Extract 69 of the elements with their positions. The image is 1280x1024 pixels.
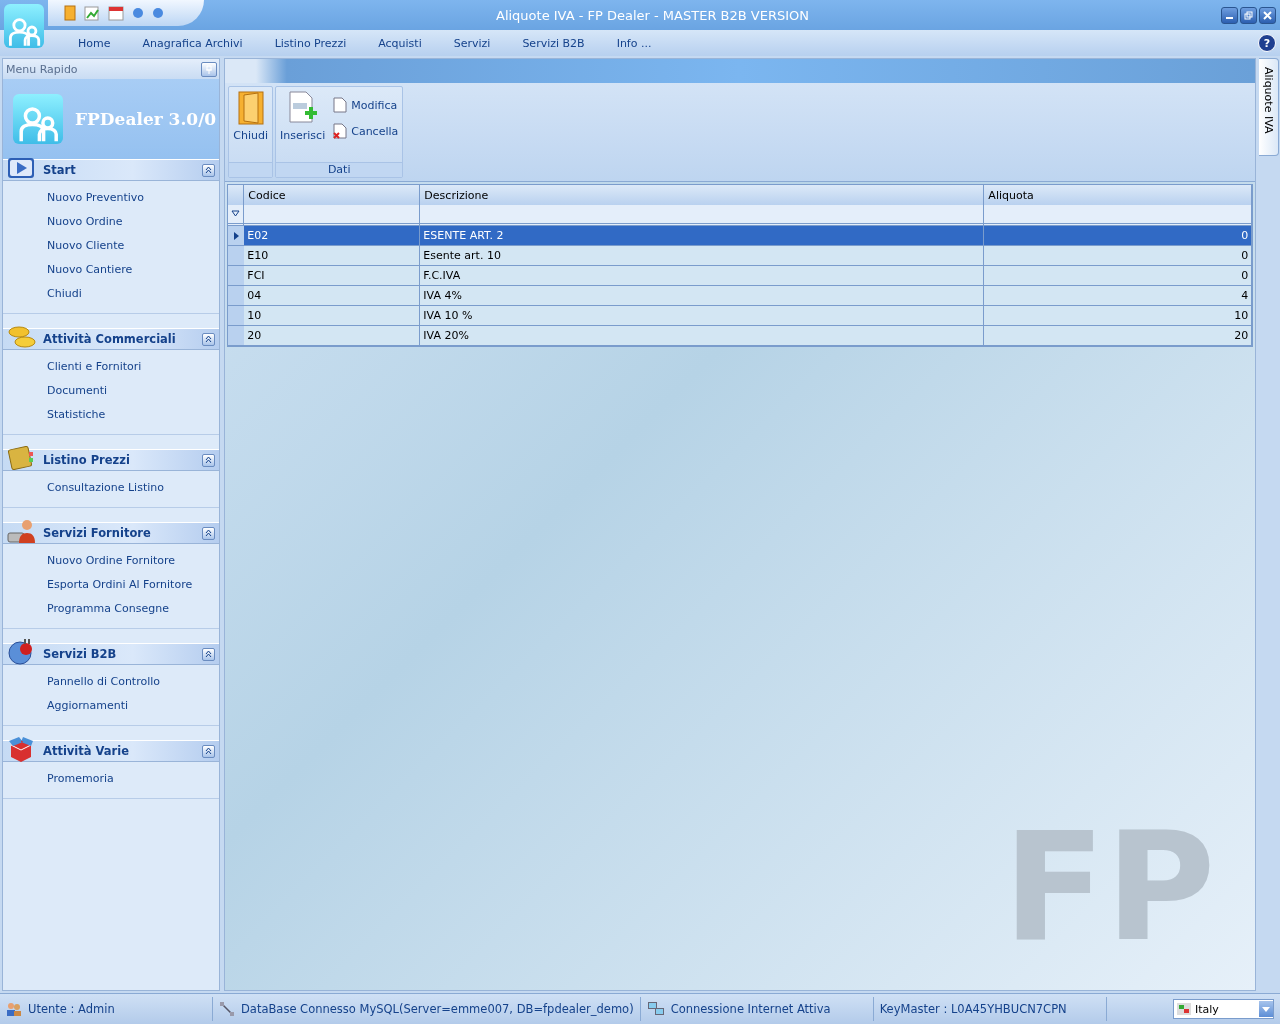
table-cell: E02 bbox=[244, 226, 421, 246]
menu-tab[interactable]: Servizi bbox=[437, 36, 507, 50]
column-header[interactable]: Aliquota bbox=[984, 185, 1253, 205]
group-title: Servizi Fornitore bbox=[43, 526, 152, 540]
sidebar-link[interactable]: Nuovo Cliente bbox=[47, 233, 125, 257]
menu-tab[interactable]: Anagrafica Archivi bbox=[126, 36, 259, 50]
ribbon-button[interactable]: Chiudi bbox=[231, 89, 271, 160]
table-cell: 04 bbox=[244, 286, 421, 306]
group-header[interactable]: Attività Commerciali bbox=[3, 328, 220, 350]
group-title: Attività Varie bbox=[43, 744, 130, 758]
table-cell: 0 bbox=[984, 246, 1253, 266]
panel-title: Menu Rapido bbox=[6, 62, 78, 76]
table-cell: 4 bbox=[984, 286, 1253, 306]
ribbon-button[interactable]: Cancella bbox=[331, 123, 401, 139]
table-cell: 10 bbox=[244, 306, 421, 326]
table-cell: IVA 10 % bbox=[420, 306, 985, 326]
locale-dropdown[interactable]: Italy bbox=[1173, 999, 1274, 1019]
menu-tab[interactable]: Info ... bbox=[600, 36, 668, 50]
sidebar-link[interactable]: Consultazione Listino bbox=[47, 475, 164, 499]
table-cell: 10 bbox=[984, 306, 1253, 326]
status-text: DataBase Connesso MySQL(Server=emme007, DB=fpdealer_demo) bbox=[241, 1002, 634, 1016]
table-cell: Esente art. 10 bbox=[420, 246, 985, 266]
sidebar-link[interactable]: Chiudi bbox=[47, 281, 82, 305]
sidebar-link[interactable]: Pannello di Controllo bbox=[47, 669, 160, 693]
menu-tab[interactable]: Home bbox=[62, 36, 127, 50]
column-header[interactable]: Descrizione bbox=[420, 185, 985, 205]
group-header[interactable]: Listino Prezzi bbox=[3, 449, 220, 471]
menu-tab[interactable]: Servizi B2B bbox=[506, 36, 601, 50]
status-text: Connessione Internet Attiva bbox=[670, 1002, 831, 1016]
table-cell: F.C.IVA bbox=[420, 266, 985, 286]
group-title: Start bbox=[43, 163, 77, 177]
document-tab[interactable]: Aliquote IVA bbox=[1259, 58, 1280, 156]
table-cell: 0 bbox=[984, 266, 1253, 286]
table-cell: 0 bbox=[984, 226, 1253, 246]
sidebar-link[interactable]: Statistiche bbox=[47, 402, 106, 426]
ribbon-button[interactable]: Inserisci bbox=[278, 89, 328, 160]
sidebar-link[interactable]: Nuovo Cantiere bbox=[47, 257, 133, 281]
table-cell: 20 bbox=[984, 326, 1253, 346]
help-button[interactable]: ? bbox=[1258, 34, 1276, 52]
table-cell: 20 bbox=[244, 326, 421, 346]
table-cell: E10 bbox=[244, 246, 421, 266]
group-label: Dati bbox=[276, 162, 403, 177]
sidebar-link[interactable]: Aggiornamenti bbox=[47, 693, 129, 717]
sidebar-link[interactable]: Promemoria bbox=[47, 766, 114, 790]
status-text: Utente : Admin bbox=[28, 1002, 115, 1016]
ribbon-button[interactable]: Modifica bbox=[331, 97, 401, 113]
sidebar-link[interactable]: Documenti bbox=[47, 378, 108, 402]
table-cell: ESENTE ART. 2 bbox=[420, 226, 985, 246]
group-header[interactable]: Attività Varie bbox=[3, 740, 220, 762]
menu-tab[interactable]: Listino Prezzi bbox=[258, 36, 363, 50]
group-title: Servizi B2B bbox=[43, 647, 118, 661]
sidebar-link[interactable]: Nuovo Ordine bbox=[47, 209, 123, 233]
table-cell: IVA 20% bbox=[420, 326, 985, 346]
menu-tab[interactable]: Acquisti bbox=[362, 36, 438, 50]
table-cell: FCI bbox=[244, 266, 421, 286]
table-cell: IVA 4% bbox=[420, 286, 985, 306]
sidebar-link[interactable]: Nuovo Ordine Fornitore bbox=[47, 548, 176, 572]
group-header[interactable]: Servizi Fornitore bbox=[3, 522, 220, 544]
sidebar-link[interactable]: Nuovo Preventivo bbox=[47, 185, 144, 209]
group-title: Attività Commerciali bbox=[43, 332, 177, 346]
window-title: Aliquote IVA - FP Dealer - MASTER B2B VERSION bbox=[495, 7, 810, 23]
group-header[interactable]: Start bbox=[3, 159, 220, 181]
group-title: Listino Prezzi bbox=[43, 453, 131, 467]
sidebar-link[interactable]: Esporta Ordini Al Fornitore bbox=[47, 572, 193, 596]
column-header[interactable]: Codice bbox=[244, 185, 421, 205]
sidebar-link[interactable]: Clienti e Fornitori bbox=[47, 354, 142, 378]
app-name: FPDealer 3.0/0 bbox=[75, 109, 217, 129]
sidebar-link[interactable]: Programma Consegne bbox=[47, 596, 169, 620]
status-text: KeyMaster : L0A45YHBUCN7CPN bbox=[879, 1002, 1067, 1016]
